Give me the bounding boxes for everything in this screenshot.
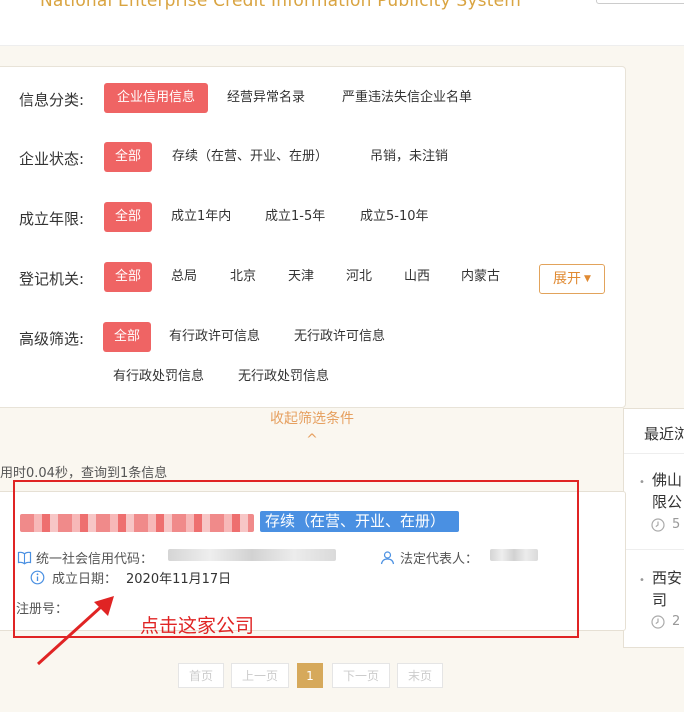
page-first-button[interactable]: 首页 — [178, 663, 224, 688]
divider — [624, 549, 684, 550]
page-prev-button[interactable]: 上一页 — [231, 663, 289, 688]
legal-rep-redacted — [490, 549, 538, 561]
caret-down-icon: ▼ — [584, 274, 591, 284]
legal-rep-label: 法定代表人： — [400, 552, 479, 567]
bullet-icon: • — [639, 477, 645, 488]
recent-item-time: 2 — [672, 614, 681, 629]
recent-title: 最近浏 — [644, 425, 684, 443]
recent-item-time: 5 — [672, 517, 681, 532]
page-next-button[interactable]: 下一页 — [332, 663, 390, 688]
chip-age-5-10y[interactable]: 成立5-10年 — [360, 202, 429, 232]
chip-credit-info[interactable]: 企业信用信息 — [104, 83, 208, 113]
chip-status-revoked[interactable]: 吊销，未注销 — [370, 142, 448, 172]
chip-has-license[interactable]: 有行政许可信息 — [169, 322, 260, 352]
chip-authority-beijing[interactable]: 北京 — [230, 262, 256, 292]
site-subtitle: National Enterprise Credit Information P… — [40, 0, 521, 11]
filter-label-advanced: 高级筛选: — [19, 330, 85, 348]
chip-status-all[interactable]: 全部 — [104, 142, 152, 172]
book-icon — [16, 549, 32, 565]
info-icon — [29, 569, 45, 585]
page-last-button[interactable]: 末页 — [397, 663, 443, 688]
chip-authority-neimenggu[interactable]: 内蒙古 — [461, 262, 500, 292]
chip-no-penalty[interactable]: 无行政处罚信息 — [238, 362, 329, 392]
chip-blacklist[interactable]: 严重违法失信企业名单 — [342, 83, 472, 113]
clock-icon — [650, 614, 666, 630]
chip-age-all[interactable]: 全部 — [104, 202, 152, 232]
filter-label-status: 企业状态: — [19, 150, 85, 168]
founded-value: 2020年11月17日 — [126, 572, 232, 587]
annotation-text: 点击这家公司 — [140, 615, 255, 637]
chip-authority-central[interactable]: 总局 — [171, 262, 197, 292]
arrow-icon — [36, 596, 114, 666]
credit-code-label: 统一社会信用代码： — [36, 552, 154, 567]
company-name-redacted[interactable] — [20, 514, 254, 532]
expand-label: 展开 — [553, 271, 582, 287]
recent-item-line1[interactable]: 西安 — [652, 568, 682, 589]
clock-icon — [650, 517, 666, 533]
chip-status-active[interactable]: 存续（在营、开业、在册） — [172, 142, 328, 172]
divider — [624, 453, 684, 454]
chip-authority-shanxi[interactable]: 山西 — [404, 262, 430, 292]
founded-label: 成立日期： — [52, 572, 118, 587]
filter-label-age: 成立年限: — [19, 210, 85, 228]
recent-panel: 最近浏 • 佛山 限公 5 • 西安 司 2 — [623, 408, 684, 648]
recent-item-line2[interactable]: 限公 — [652, 492, 682, 513]
collapse-filters-link[interactable]: 收起筛选条件^ — [266, 409, 358, 451]
person-icon — [379, 549, 395, 565]
page-current-button[interactable]: 1 — [297, 663, 323, 688]
chip-age-1y[interactable]: 成立1年内 — [171, 202, 231, 232]
status-badge: 存续（在营、开业、在册） — [260, 511, 460, 532]
bullet-icon: • — [639, 575, 645, 586]
chip-no-license[interactable]: 无行政许可信息 — [294, 322, 385, 352]
chip-abnormal-list[interactable]: 经营异常名录 — [227, 83, 305, 113]
filter-panel: 信息分类: 企业信用信息 经营异常名录 严重违法失信企业名单 企业状态: 全部 … — [0, 66, 626, 408]
chip-has-penalty[interactable]: 有行政处罚信息 — [113, 362, 204, 392]
recent-item-line1[interactable]: 佛山 — [652, 470, 682, 491]
expand-button[interactable]: 展开 ▼ — [539, 264, 605, 294]
filter-label-info-category: 信息分类: — [19, 91, 85, 109]
recent-item-line2[interactable]: 司 — [652, 590, 667, 611]
chip-authority-tianjin[interactable]: 天津 — [288, 262, 314, 292]
search-stats: 用时0.04秒，查询到1条信息 — [0, 466, 168, 481]
chip-age-1-5y[interactable]: 成立1-5年 — [265, 202, 325, 232]
header-button[interactable] — [596, 0, 684, 4]
chip-advanced-all[interactable]: 全部 — [103, 322, 151, 352]
chip-authority-all[interactable]: 全部 — [104, 262, 152, 292]
chip-authority-hebei[interactable]: 河北 — [346, 262, 372, 292]
filter-label-authority: 登记机关: — [19, 270, 85, 288]
site-header: National Enterprise Credit Information P… — [0, 0, 684, 46]
credit-code-redacted — [168, 549, 336, 561]
